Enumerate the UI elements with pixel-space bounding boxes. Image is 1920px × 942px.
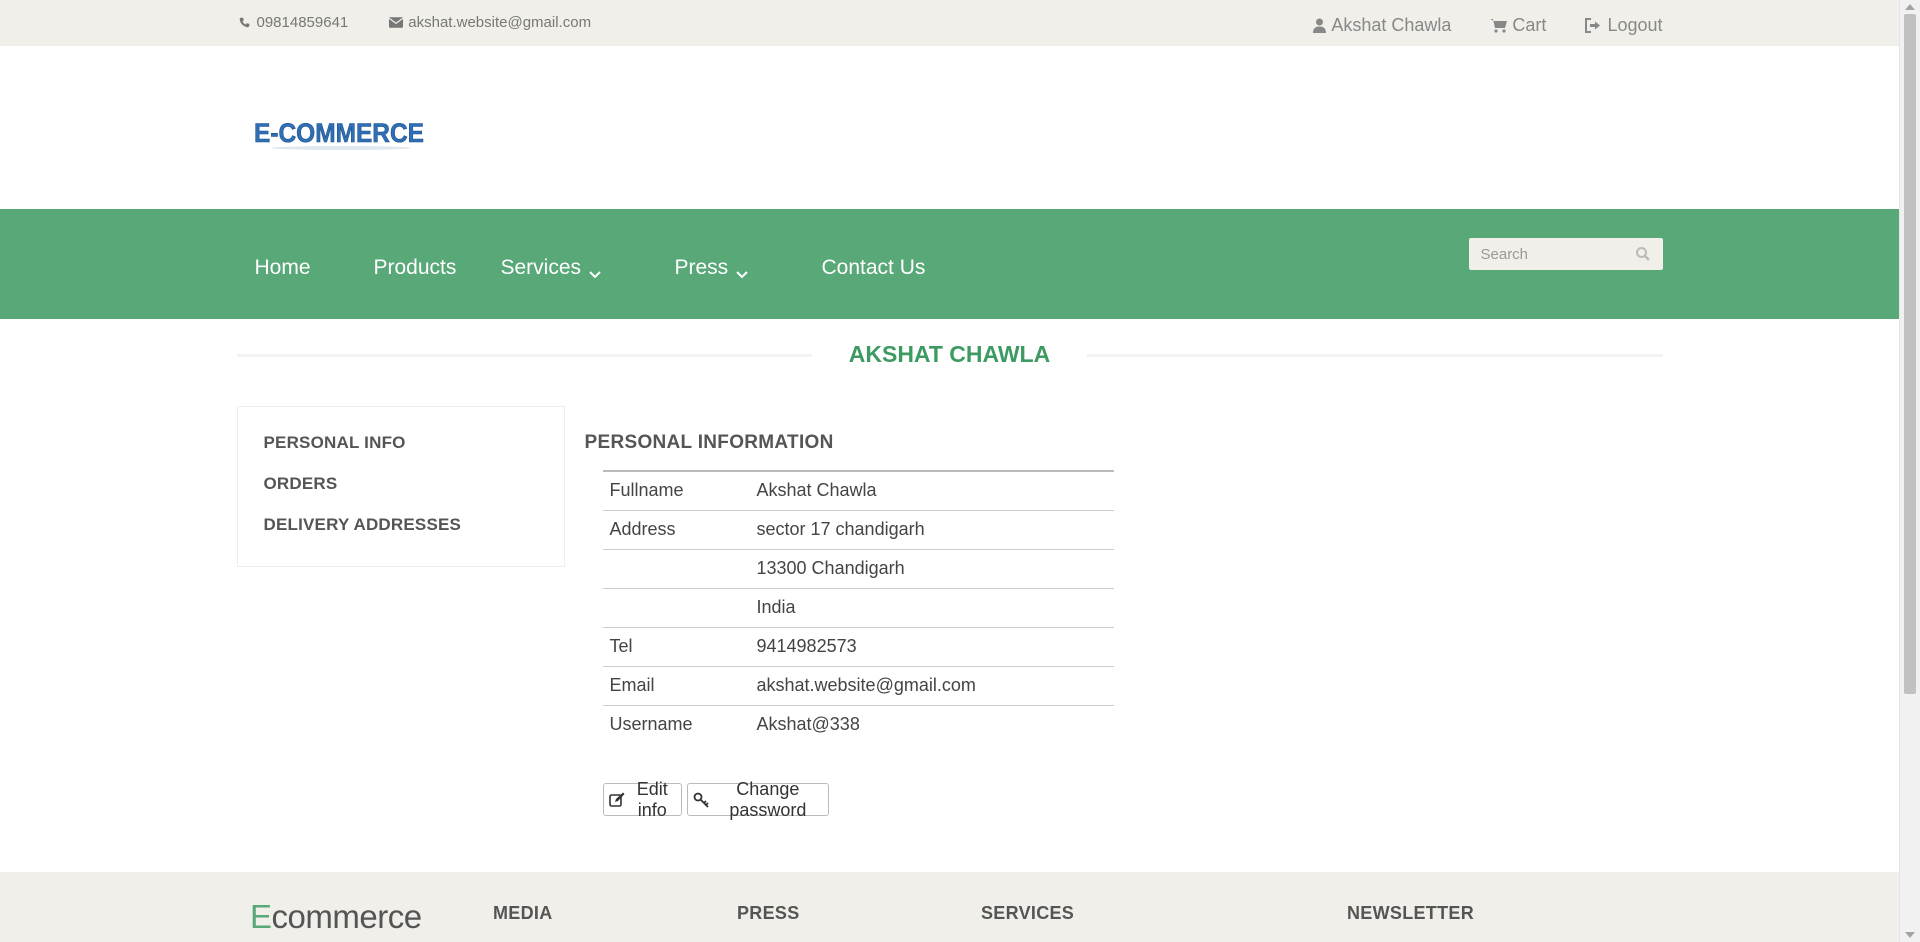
vertical-scrollbar[interactable] — [1899, 0, 1920, 942]
row-label — [603, 588, 750, 627]
sidebar-item-personal-info[interactable]: PERSONAL INFO — [238, 433, 564, 474]
search-box — [1468, 238, 1663, 270]
row-value: India — [756, 597, 796, 617]
nav-products-label: Products — [373, 256, 457, 279]
site-logo[interactable]: E-COMMERCE — [253, 110, 429, 154]
key-icon — [693, 791, 709, 809]
cart-label: Cart — [1512, 15, 1547, 35]
phone-contact: 09814859641 — [237, 14, 349, 31]
row-value: 9414982573 — [756, 636, 857, 656]
user-name: Akshat Chawla — [1331, 15, 1452, 35]
user-account-link[interactable]: Akshat Chawla — [1311, 15, 1451, 36]
sidebar-item-orders[interactable]: ORDERS — [238, 474, 564, 515]
footer-heading-press: PRESS — [737, 903, 800, 923]
change-password-button[interactable]: Change password — [687, 779, 829, 820]
edit-icon — [608, 791, 625, 809]
logout-icon — [1583, 18, 1603, 34]
table-row: Email akshat.website@gmail.com — [602, 666, 1114, 705]
personal-info-panel: PERSONAL INFORMATION Fullname Akshat Cha… — [584, 432, 1114, 820]
change-password-label: Change password — [729, 778, 807, 820]
table-row: Username Akshat@338 — [602, 705, 1114, 744]
logout-link[interactable]: Logout — [1583, 15, 1663, 36]
logout-label: Logout — [1607, 15, 1663, 35]
table-row: India — [602, 588, 1114, 627]
page: 09814859641 akshat.website@gmail.com Aks… — [0, 0, 1899, 942]
page-title: AKSHAT CHAWLA — [237, 341, 1663, 368]
top-bar: 09814859641 akshat.website@gmail.com Aks… — [0, 0, 1899, 46]
envelope-icon — [388, 15, 404, 31]
row-label: Email — [609, 675, 655, 695]
row-value: akshat.website@gmail.com — [756, 675, 976, 695]
footer-heading-newsletter: NEWSLETTER — [1347, 903, 1474, 923]
nav-services-label: Services — [500, 256, 582, 279]
nav-contact-label: Contact Us — [821, 256, 926, 279]
footer-logo: Ecommerce — [250, 898, 422, 935]
user-icon — [1311, 18, 1327, 34]
nav-contact[interactable]: Contact Us — [822, 256, 926, 280]
row-value: Akshat@338 — [756, 714, 860, 735]
sidebar-item-delivery-addresses[interactable]: DELIVERY ADDRESSES — [238, 515, 564, 556]
logo-text: E-COMMERCE — [254, 118, 424, 148]
section-heading: PERSONAL INFORMATION — [584, 432, 834, 453]
row-label — [603, 549, 750, 588]
edit-info-button[interactable]: Edit info — [602, 779, 683, 820]
nav-home[interactable]: Home — [255, 256, 311, 280]
phone-number: 09814859641 — [256, 14, 349, 31]
nav-press-label: Press — [674, 256, 729, 279]
row-value: 13300 Chandigarh — [756, 558, 905, 578]
table-row: Address sector 17 chandigarh — [602, 510, 1114, 549]
chevron-down-icon — [736, 262, 748, 279]
row-value: Akshat Chawla — [756, 480, 877, 501]
row-label: Tel — [609, 636, 633, 656]
cart-link[interactable]: Cart — [1488, 15, 1546, 36]
phone-icon — [237, 15, 253, 31]
scroll-up-arrow-icon[interactable] — [1905, 4, 1915, 10]
email-contact: akshat.website@gmail.com — [388, 14, 591, 31]
row-value: sector 17 chandigarh — [756, 519, 925, 539]
account-sidebar: PERSONAL INFO ORDERS DELIVERY ADDRESSES — [236, 406, 565, 567]
footer-heading-services: SERVICES — [981, 903, 1075, 923]
main-content: AKSHAT CHAWLA PERSONAL INFO ORDERS DELIV… — [236, 319, 1663, 872]
nav-services[interactable]: Services — [501, 256, 602, 280]
cart-icon — [1488, 18, 1508, 34]
search-icon[interactable] — [1635, 246, 1651, 262]
site-header: E-COMMERCE — [0, 46, 1899, 209]
nav-products[interactable]: Products — [374, 256, 457, 280]
row-label: Fullname — [609, 480, 684, 501]
row-label: Username — [609, 714, 693, 735]
nav-press[interactable]: Press — [675, 256, 749, 280]
row-label: Address — [609, 519, 676, 539]
table-row: 13300 Chandigarh — [602, 549, 1114, 588]
personal-info-table: Fullname Akshat Chawla Address sector 17… — [602, 470, 1114, 744]
footer-heading-media: MEDIA — [493, 903, 553, 923]
chevron-down-icon — [589, 262, 601, 279]
scrollbar-thumb[interactable] — [1904, 14, 1916, 694]
table-row: Tel 9414982573 — [602, 627, 1114, 666]
edit-info-label: Edit info — [636, 778, 668, 820]
scroll-down-arrow-icon[interactable] — [1905, 932, 1915, 938]
table-row: Fullname Akshat Chawla — [602, 471, 1114, 510]
main-nav: Home Products Services Press Contact Us — [0, 209, 1899, 319]
nav-home-label: Home — [254, 256, 311, 279]
email-address: akshat.website@gmail.com — [408, 14, 592, 31]
search-input[interactable] — [1468, 245, 1629, 263]
